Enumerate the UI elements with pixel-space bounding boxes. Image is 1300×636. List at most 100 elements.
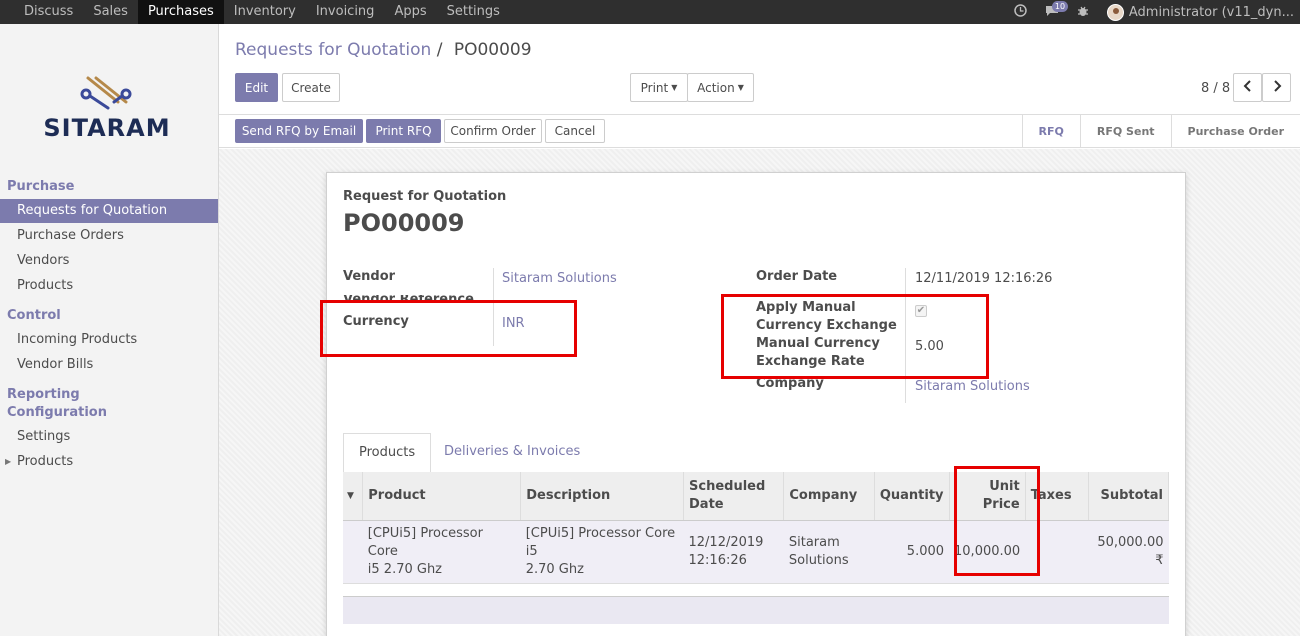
col-product[interactable]: Product: [362, 472, 522, 521]
sidebar-item-config-products[interactable]: ▶ Products: [0, 450, 218, 474]
edit-button[interactable]: Edit: [235, 73, 278, 102]
sidebar-item-incoming-products[interactable]: Incoming Products: [0, 328, 218, 352]
breadcrumb: Requests for Quotation / PO00009: [235, 40, 532, 60]
col-scheduled-date[interactable]: Scheduled Date: [683, 472, 785, 521]
form-statusbar: Send RFQ by Email Print RFQ Confirm Orde…: [219, 114, 1300, 148]
cancel-button[interactable]: Cancel: [545, 119, 605, 143]
sort-column[interactable]: ▼: [343, 472, 364, 521]
sidebar-item-vendor-bills[interactable]: Vendor Bills: [0, 353, 218, 377]
caret-down-icon: ▼: [737, 83, 744, 92]
create-button[interactable]: Create: [282, 73, 340, 102]
user-avatar[interactable]: [1106, 3, 1124, 21]
pager-previous-button[interactable]: [1233, 73, 1262, 102]
chat-icon[interactable]: 10: [1045, 0, 1069, 20]
section-purchase: Purchase: [7, 179, 75, 194]
notebook-tabs: Products Deliveries & Invoices: [343, 433, 1169, 473]
tab-deliveries-invoices[interactable]: Deliveries & Invoices: [429, 433, 595, 473]
col-label: Date: [689, 496, 724, 512]
cell-company: Sitaram Solutions: [783, 520, 875, 584]
top-navbar: Discuss Sales Purchases Inventory Invoic…: [0, 0, 1300, 24]
vendor-label: Vendor: [343, 269, 396, 284]
vendor-field[interactable]: Sitaram Solutions: [502, 270, 617, 288]
col-company[interactable]: Company: [783, 472, 875, 521]
confirm-order-button[interactable]: Confirm Order: [444, 119, 542, 143]
systray: 10 Administrator (v11_dyn...: [1014, 0, 1300, 24]
control-panel: Requests for Quotation / PO00009 Edit Cr…: [219, 24, 1300, 148]
sidebar-item-label: Products: [17, 454, 74, 469]
cell-text: i5 2.70 Ghz: [367, 561, 443, 577]
cell-text: 12:16:26: [688, 552, 747, 568]
col-subtotal[interactable]: Subtotal: [1088, 472, 1169, 521]
breadcrumb-current: PO00009: [453, 40, 532, 60]
app-menu: Discuss Sales Purchases Inventory Invoic…: [0, 0, 510, 24]
menu-apps[interactable]: Apps: [384, 0, 436, 24]
step-purchase-order: Purchase Order: [1170, 115, 1300, 148]
main-content: Requests for Quotation / PO00009 Edit Cr…: [219, 24, 1300, 636]
menu-purchases[interactable]: Purchases: [137, 0, 224, 24]
col-label: Scheduled: [689, 478, 766, 494]
sidebar-item-vendors[interactable]: Vendors: [0, 249, 218, 273]
send-rfq-button[interactable]: Send RFQ by Email: [235, 119, 363, 143]
menu-inventory[interactable]: Inventory: [224, 0, 306, 24]
breadcrumb-parent[interactable]: Requests for Quotation: [235, 40, 431, 60]
sidebar-item-settings[interactable]: Settings: [0, 425, 218, 449]
cell-subtotal: 50,000.00 ₹: [1088, 520, 1169, 584]
user-menu[interactable]: Administrator (v11_dyn...: [1129, 5, 1294, 20]
print-rfq-button[interactable]: Print RFQ: [366, 119, 441, 143]
table-footer: [343, 596, 1169, 624]
sidebar: SITARAM Purchase Requests for Quotation …: [0, 24, 219, 636]
cell-text: 2.70 Ghz: [525, 561, 584, 577]
order-date-label: Order Date: [756, 269, 838, 284]
step-rfq: RFQ: [1021, 115, 1080, 148]
cell-text: [CPUi5] Processor Core: [367, 525, 483, 559]
highlight-box-currency: [320, 300, 577, 357]
status-steps: RFQ RFQ Sent Purchase Order: [1021, 115, 1300, 148]
order-lines-table: ▼ Product Description Scheduled Date Comp…: [343, 472, 1169, 584]
caret-down-icon: ▼: [347, 491, 354, 502]
cell-text: Sitaram: [788, 534, 840, 550]
form-background: Request for Quotation PO00009 Vendor Sit…: [219, 149, 1300, 636]
chat-count-badge: 10: [1051, 0, 1069, 12]
highlight-box-unit-price: [954, 466, 1040, 576]
company-logo: SITARAM: [22, 72, 192, 142]
table-row[interactable]: [CPUi5] Processor Core i5 2.70 Ghz [CPUi5…: [343, 520, 1169, 584]
caret-down-icon: ▼: [671, 83, 678, 92]
clock-icon[interactable]: [1014, 4, 1027, 20]
chevron-right-icon: [1272, 80, 1282, 95]
step-rfq-sent: RFQ Sent: [1079, 115, 1171, 148]
order-name: PO00009: [343, 209, 465, 237]
action-dropdown[interactable]: Action ▼: [687, 73, 754, 102]
menu-invoicing[interactable]: Invoicing: [306, 0, 385, 24]
company-field[interactable]: Sitaram Solutions: [915, 378, 1030, 396]
cell-text: 12/12/2019: [688, 534, 764, 550]
sidebar-item-rfq[interactable]: Requests for Quotation: [0, 199, 218, 223]
breadcrumb-separator: /: [436, 40, 443, 60]
section-reporting[interactable]: Reporting: [7, 387, 80, 402]
bug-icon[interactable]: [1077, 5, 1089, 20]
order-date-field: 12/11/2019 12:16:26: [915, 271, 1053, 286]
logo-text: SITARAM: [43, 114, 171, 142]
sidebar-item-purchase-orders[interactable]: Purchase Orders: [0, 224, 218, 248]
cell-quantity: 5.000: [874, 520, 950, 584]
pager-next-button[interactable]: [1262, 73, 1291, 102]
menu-settings[interactable]: Settings: [437, 0, 510, 24]
cell-scheduled-date: 12/12/2019 12:16:26: [683, 520, 784, 584]
doc-type-label: Request for Quotation: [343, 189, 507, 204]
sidebar-item-products[interactable]: Products: [0, 274, 218, 298]
menu-discuss[interactable]: Discuss: [14, 0, 83, 24]
section-configuration: Configuration: [7, 405, 107, 420]
print-label: Print: [640, 80, 669, 95]
section-control: Control: [7, 308, 61, 323]
menu-sales[interactable]: Sales: [83, 0, 138, 24]
cell-description: [CPUi5] Processor Core i5 2.70 Ghz: [520, 520, 684, 584]
tab-products[interactable]: Products: [343, 433, 432, 473]
print-dropdown[interactable]: Print ▼: [630, 73, 688, 102]
cell-text: Solutions: [788, 552, 849, 568]
table-header-row: ▼ Product Description Scheduled Date Comp…: [343, 472, 1169, 521]
logo-mark-icon: [80, 76, 132, 110]
col-quantity[interactable]: Quantity: [874, 472, 950, 521]
row-handle: [343, 520, 363, 584]
highlight-box-manual-rate: [721, 294, 989, 379]
form-sheet: Request for Quotation PO00009 Vendor Sit…: [320, 172, 1186, 636]
col-description[interactable]: Description: [520, 472, 684, 521]
